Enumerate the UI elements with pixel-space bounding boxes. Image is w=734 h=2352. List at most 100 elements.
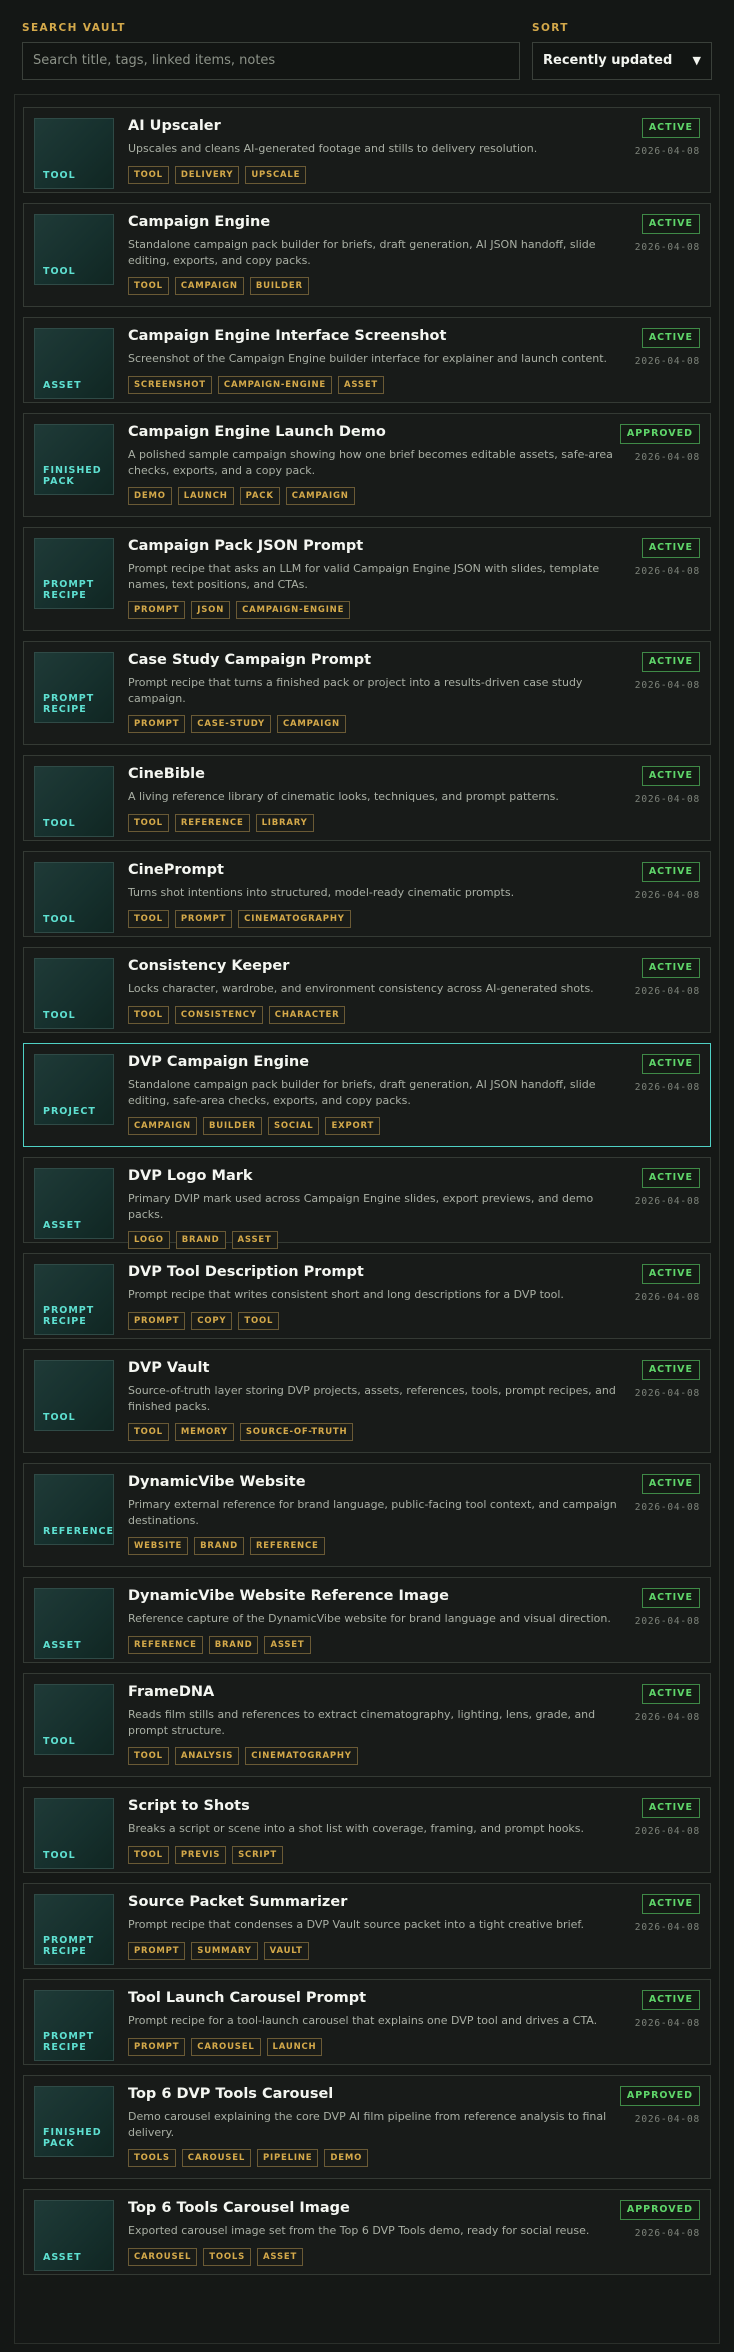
item-tag[interactable]: LIBRARY [255, 813, 314, 832]
item-title[interactable]: Campaign Engine Launch Demo [128, 423, 628, 442]
item-tag[interactable]: CONSISTENCY [174, 1005, 263, 1024]
item-title[interactable]: Top 6 Tools Carousel Image [128, 2199, 628, 2218]
item-tag[interactable]: PACK [239, 487, 280, 505]
item-tag[interactable]: DEMO [128, 487, 172, 505]
item-tag[interactable]: BUILDER [202, 1117, 262, 1135]
item-tag[interactable]: PROMPT [174, 909, 233, 928]
item-tag[interactable]: PROMPT [128, 715, 186, 733]
item-tag[interactable]: TOOL [238, 1311, 280, 1330]
item-tag[interactable]: COPY [191, 1311, 233, 1330]
item-tag[interactable]: TOOL [128, 277, 169, 295]
item-title[interactable]: DVP Vault [128, 1359, 628, 1378]
item-title[interactable]: DVP Logo Mark [128, 1167, 628, 1186]
vault-item-card[interactable]: FINISHED PACK Top 6 DVP Tools Carousel Dem… [23, 2075, 711, 2179]
vault-item-card[interactable]: TOOL CinePrompt Turns shot intentions into… [23, 851, 711, 937]
item-tag[interactable]: TOOL [128, 1005, 169, 1024]
item-tag[interactable]: MEMORY [174, 1423, 234, 1441]
item-tag[interactable]: PROMPT [128, 601, 186, 619]
item-tag[interactable]: TOOLS [203, 2247, 252, 2266]
item-tag[interactable]: BRAND [194, 1537, 244, 1555]
item-title[interactable]: Consistency Keeper [128, 957, 628, 976]
item-title[interactable]: Campaign Pack JSON Prompt [128, 537, 628, 556]
item-tag[interactable]: CAMPAIGN [128, 1117, 197, 1135]
item-tag[interactable]: ASSET [257, 2247, 304, 2266]
item-tag[interactable]: PREVIS [174, 1845, 227, 1864]
item-title[interactable]: CinePrompt [128, 861, 628, 880]
item-title[interactable]: Campaign Engine [128, 213, 628, 232]
item-tag[interactable]: CHARACTER [268, 1005, 346, 1024]
item-tag[interactable]: CAROUSEL [181, 2149, 252, 2167]
vault-item-card[interactable]: FINISHED PACK Campaign Engine Launch Demo… [23, 413, 711, 517]
item-tag[interactable]: REFERENCE [249, 1537, 325, 1555]
vault-item-card[interactable]: TOOL DVP Vault Source-of-truth layer stori… [23, 1349, 711, 1453]
item-title[interactable]: DVP Tool Description Prompt [128, 1263, 628, 1282]
item-tag[interactable]: JSON [191, 601, 231, 619]
item-tag[interactable]: CASE-STUDY [191, 715, 271, 733]
vault-item-card[interactable]: ASSET Top 6 Tools Carousel Image Exported … [23, 2189, 711, 2275]
item-tag[interactable]: TOOL [128, 1845, 169, 1864]
item-tag[interactable]: BRAND [208, 1635, 259, 1654]
item-title[interactable]: Case Study Campaign Prompt [128, 651, 628, 670]
item-tag[interactable]: CAMPAIGN [276, 715, 346, 733]
item-title[interactable]: Top 6 DVP Tools Carousel [128, 2085, 628, 2104]
item-tag[interactable]: UPSCALE [245, 165, 307, 184]
item-tag[interactable]: EXPORT [325, 1117, 381, 1135]
item-tag[interactable]: SOURCE-OF-TRUTH [239, 1423, 354, 1441]
vault-item-card[interactable]: TOOL FrameDNA Reads film stills and refere… [23, 1673, 711, 1777]
item-tag[interactable]: PROMPT [128, 1941, 186, 1960]
vault-item-card[interactable]: PROMPT RECIPE DVP Tool Description Prompt… [23, 1253, 711, 1339]
item-tag[interactable]: BUILDER [249, 277, 309, 295]
item-tag[interactable]: PROMPT [128, 2037, 186, 2056]
item-tag[interactable]: CAROUSEL [128, 2247, 198, 2266]
item-tag[interactable]: TOOL [128, 1747, 169, 1765]
vault-item-card[interactable]: TOOL Campaign Engine Standalone campaign p… [23, 203, 711, 307]
vault-item-card[interactable]: REFERENCE DynamicVibe Website Primary exte… [23, 1463, 711, 1567]
item-tag[interactable]: CINEMATOGRAPHY [238, 909, 351, 928]
item-title[interactable]: DynamicVibe Website [128, 1473, 628, 1492]
vault-item-card[interactable]: TOOL Consistency Keeper Locks character, w… [23, 947, 711, 1033]
item-title[interactable]: DynamicVibe Website Reference Image [128, 1587, 628, 1606]
item-tag[interactable]: PIPELINE [257, 2149, 319, 2167]
item-title[interactable]: Source Packet Summarizer [128, 1893, 628, 1912]
item-tag[interactable]: TOOL [128, 909, 169, 928]
item-tag[interactable]: TOOLS [128, 2149, 176, 2167]
item-tag[interactable]: SCREENSHOT [128, 375, 212, 394]
item-tag[interactable]: LAUNCH [266, 2037, 323, 2056]
item-tag[interactable]: TOOL [128, 1423, 169, 1441]
vault-item-card[interactable]: ASSET Campaign Engine Interface Screensho… [23, 317, 711, 403]
item-tag[interactable]: ASSET [231, 1231, 278, 1249]
item-tag[interactable]: TOOL [128, 813, 169, 832]
item-tag[interactable]: ANALYSIS [174, 1747, 240, 1765]
item-tag[interactable]: REFERENCE [128, 1635, 203, 1654]
vault-item-card[interactable]: PROMPT RECIPE Source Packet Summarizer Pro… [23, 1883, 711, 1969]
item-title[interactable]: AI Upscaler [128, 117, 628, 136]
item-tag[interactable]: WEBSITE [128, 1537, 189, 1555]
item-tag[interactable]: CINEMATOGRAPHY [245, 1747, 358, 1765]
vault-item-card[interactable]: PROMPT RECIPE Tool Launch Carousel Prompt… [23, 1979, 711, 2065]
item-tag[interactable]: ASSET [264, 1635, 311, 1654]
item-tag[interactable]: LAUNCH [177, 487, 234, 505]
item-tag[interactable]: ASSET [337, 375, 385, 394]
vault-item-card[interactable]: TOOL AI Upscaler Upscales and cleans AI-ge… [23, 107, 711, 193]
item-tag[interactable]: DEMO [324, 2149, 369, 2167]
vault-item-card[interactable]: TOOL Script to Shots Breaks a script or sc… [23, 1787, 711, 1873]
item-tag[interactable]: SOCIAL [267, 1117, 320, 1135]
item-tag[interactable]: CAMPAIGN-ENGINE [217, 375, 332, 394]
vault-item-card[interactable]: ASSET DVP Logo Mark Primary DVIP mark used… [23, 1157, 711, 1249]
item-title[interactable]: Campaign Engine Interface Screenshot [128, 327, 628, 346]
item-tag[interactable]: DELIVERY [174, 165, 240, 184]
item-tag[interactable]: LOGO [128, 1231, 170, 1249]
item-tag[interactable]: PROMPT [128, 1311, 186, 1330]
vault-item-card[interactable]: ASSET DynamicVibe Website Reference Image… [23, 1577, 711, 1663]
item-tag[interactable]: REFERENCE [174, 813, 250, 832]
item-tag[interactable]: CAMPAIGN [174, 277, 244, 295]
item-tag[interactable]: BRAND [175, 1231, 226, 1249]
vault-item-card[interactable]: PROMPT RECIPE Campaign Pack JSON Prompt Pr… [23, 527, 711, 631]
item-tag[interactable]: CAMPAIGN-ENGINE [236, 601, 351, 619]
item-tag[interactable]: SUMMARY [191, 1941, 258, 1960]
vault-item-card[interactable]: PROJECT DVP Campaign Engine Standalone cam… [23, 1043, 711, 1147]
search-input[interactable]: Search title, tags, linked items, notes [22, 42, 520, 80]
sort-select[interactable]: Recently updated ▼ [532, 42, 712, 80]
item-tag[interactable]: VAULT [263, 1941, 309, 1960]
item-tag[interactable]: SCRIPT [232, 1845, 284, 1864]
